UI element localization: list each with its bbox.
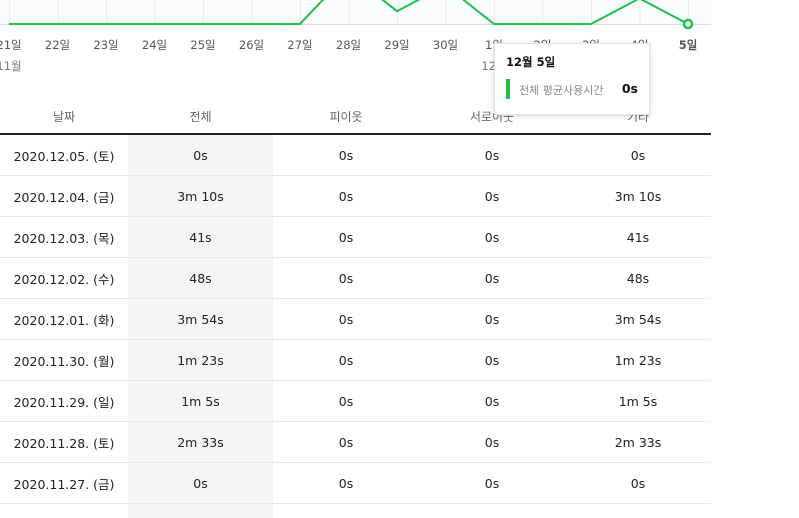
cell-date: 2020.11.28. (토): [0, 422, 128, 463]
cell-other: 41s: [565, 217, 711, 258]
x-month-label: 11월: [0, 59, 22, 73]
cell-date: 2020.11.30. (월): [0, 340, 128, 381]
x-tick-label: 21일: [0, 38, 22, 52]
table-row: 2020.11.28. (토)2m 33s0s0s2m 33s: [0, 422, 711, 463]
col-header-date[interactable]: 날짜: [0, 100, 128, 134]
cell-neighbor: 0s: [273, 299, 419, 340]
cell-other: 3m 54s: [565, 299, 711, 340]
x-tick-label: 29일: [384, 38, 409, 52]
table-row: 2020.12.03. (목)41s0s0s41s: [0, 217, 711, 258]
table-row: 2020.11.27. (금)0s0s0s0s: [0, 463, 711, 504]
tooltip-series-color-bar: [506, 79, 510, 99]
cell-neighbor: 0s: [273, 381, 419, 422]
cell-neighbor: 0s: [273, 258, 419, 299]
cell-date: 2020.12.02. (수): [0, 258, 128, 299]
cell-neighbor: 0s: [273, 217, 419, 258]
cell-mutual-neighbor: 0s: [419, 381, 565, 422]
cell-total: 0s: [128, 463, 273, 504]
cell-mutual-neighbor: 0s: [419, 299, 565, 340]
cell-neighbor: 0s: [273, 134, 419, 176]
cell-total: 1m 5s: [128, 381, 273, 422]
cell-other: 0s: [565, 463, 711, 504]
x-tick-label: 28일: [336, 38, 361, 52]
cell-mutual-neighbor: 0s: [419, 134, 565, 176]
highlight-point: [684, 20, 692, 28]
cell-mutual-neighbor: 0s: [419, 176, 565, 217]
cell-total: 41s: [128, 217, 273, 258]
cell-total: 3m 10s: [128, 176, 273, 217]
x-tick-label: 26일: [239, 38, 264, 52]
cell-total: 3m 54s: [128, 299, 273, 340]
cell-other: 3m 10s: [565, 176, 711, 217]
cell-other: 0s: [565, 134, 711, 176]
cell-neighbor: 0s: [273, 176, 419, 217]
tooltip-title: 12월 5일: [506, 54, 555, 70]
table-row: 2020.11.29. (일)1m 5s0s0s1m 5s: [0, 381, 711, 422]
cell-neighbor: 0s: [273, 463, 419, 504]
cell-mutual-neighbor: 0s: [419, 258, 565, 299]
cell-total: 48s: [128, 258, 273, 299]
cell-mutual-neighbor: 0s: [419, 422, 565, 463]
x-tick-label: 25일: [190, 38, 215, 52]
cell-total: 1m 23s: [128, 340, 273, 381]
cell-date: 2020.12.05. (토): [0, 134, 128, 176]
table-row: 2020.12.05. (토)0s0s0s0s: [0, 134, 711, 176]
cell-date: 2020.12.01. (화): [0, 299, 128, 340]
cell-date: 2020.12.03. (목): [0, 217, 128, 258]
x-tick-label: 23일: [93, 38, 118, 52]
cell-other: 2m 33s: [565, 422, 711, 463]
table-row: 2020.11.30. (월)1m 23s0s0s1m 23s: [0, 340, 711, 381]
cell-other: 1m 23s: [565, 340, 711, 381]
x-tick-label: 22일: [45, 38, 70, 52]
cell-other: 1m 5s: [565, 381, 711, 422]
cell-neighbor: 0s: [273, 340, 419, 381]
cell-date: 2020.12.04. (금): [0, 176, 128, 217]
chart-tooltip: 12월 5일 전체 평균사용시간 0s: [494, 43, 650, 115]
cell-neighbor: 0s: [273, 422, 419, 463]
table-row: 2020.12.02. (수)48s0s0s48s: [0, 258, 711, 299]
cell-total: 0s: [128, 134, 273, 176]
cell-total: 2m 33s: [128, 422, 273, 463]
x-tick-label: 24일: [142, 38, 167, 52]
x-tick-label: 5일: [679, 38, 698, 52]
tooltip-series-value: 0s: [622, 81, 638, 96]
x-tick-label: 27일: [287, 38, 312, 52]
daily-usage-table: 날짜 전체 피이옷 서로이웃 기타 2020.12.05. (토)0s0s0s0…: [0, 100, 711, 518]
table-row: 2020.12.04. (금)3m 10s0s0s3m 10s: [0, 176, 711, 217]
col-header-total[interactable]: 전체: [128, 100, 273, 134]
table-row: 2020.12.01. (화)3m 54s0s0s3m 54s: [0, 299, 711, 340]
col-header-neighbor[interactable]: 피이옷: [273, 100, 419, 134]
cell-date: 2020.11.27. (금): [0, 463, 128, 504]
x-tick-label: 30일: [433, 38, 458, 52]
cell-other: 48s: [565, 258, 711, 299]
tooltip-series-label: 전체 평균사용시간: [519, 82, 603, 98]
cell-date: 2020.11.29. (일): [0, 381, 128, 422]
cell-mutual-neighbor: 0s: [419, 217, 565, 258]
cell-mutual-neighbor: 0s: [419, 463, 565, 504]
cell-mutual-neighbor: 0s: [419, 340, 565, 381]
